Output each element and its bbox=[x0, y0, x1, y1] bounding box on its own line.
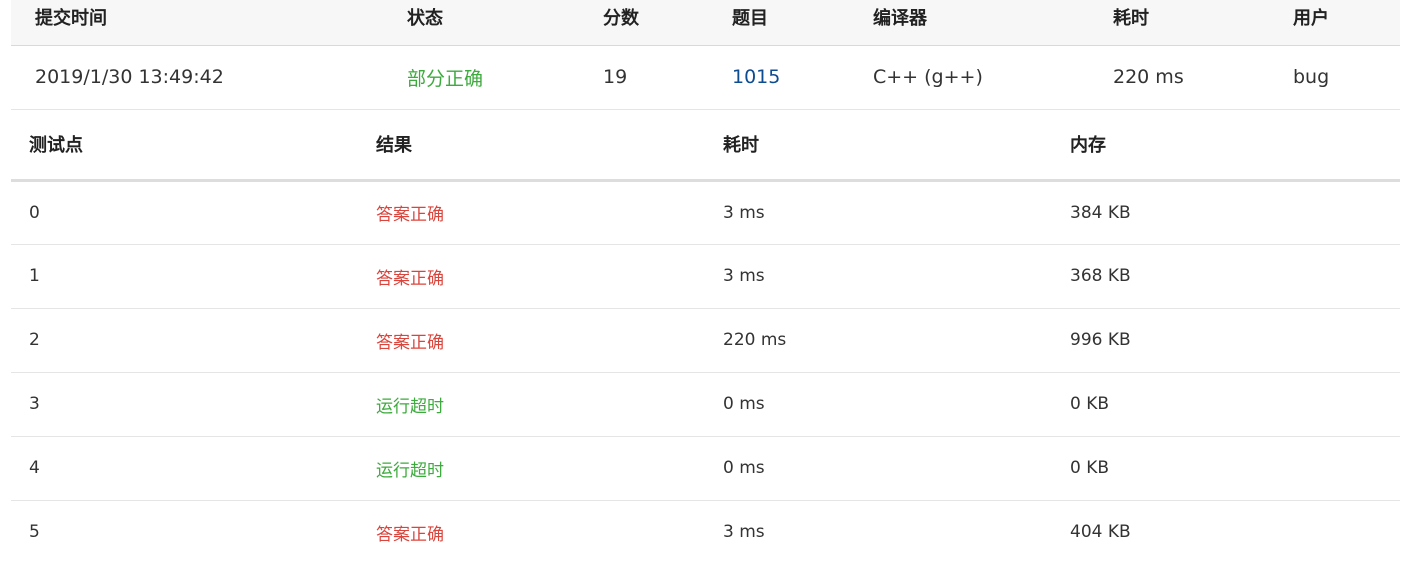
header-status: 状态 bbox=[407, 8, 443, 30]
testcase-memory: 996 KB bbox=[1070, 330, 1131, 350]
testcase-memory: 0 KB bbox=[1070, 394, 1110, 414]
header-time: 耗时 bbox=[723, 135, 759, 157]
testcase-memory: 384 KB bbox=[1070, 202, 1131, 223]
testcase-result: 答案正确 bbox=[376, 205, 444, 225]
header-cost: 耗时 bbox=[1113, 8, 1149, 30]
submission-header-row: 提交时间 状态 分数 题目 编译器 耗时 用户 bbox=[11, 0, 1400, 45]
testcase-memory: 0 KB bbox=[1070, 458, 1110, 478]
submission-table-header: 提交时间 状态 分数 题目 编译器 耗时 用户 bbox=[11, 0, 1400, 45]
table-row: 2 答案正确 220 ms 996 KB bbox=[11, 308, 1400, 372]
testcase-result: 答案正确 bbox=[376, 524, 444, 545]
testcase-header-row: 测试点 结果 耗时 内存 bbox=[11, 110, 1400, 180]
submit-time-cell: 2019/1/30 13:49:42 bbox=[35, 66, 224, 88]
table-row: 0 答案正确 3 ms 384 KB bbox=[11, 180, 1400, 244]
header-compiler: 编译器 bbox=[873, 8, 927, 30]
problem-link[interactable]: 1015 bbox=[732, 66, 780, 88]
testcase-table: 测试点 结果 耗时 内存 0 答案正确 3 ms 384 KB 1 答案正确 3… bbox=[11, 110, 1400, 564]
header-result: 结果 bbox=[376, 135, 412, 157]
testcase-memory: 368 KB bbox=[1070, 266, 1131, 286]
status-cell: 部分正确 bbox=[407, 67, 484, 90]
table-row: 3 运行超时 0 ms 0 KB bbox=[11, 372, 1400, 436]
testcase-id: 2 bbox=[29, 330, 40, 350]
testcase-memory: 404 KB bbox=[1070, 522, 1131, 543]
compiler-cell: C++ (g++) bbox=[873, 66, 983, 88]
header-problem: 题目 bbox=[732, 8, 768, 30]
submission-row: 2019/1/30 13:49:42 部分正确 19 1015 C++ (g++… bbox=[11, 45, 1400, 109]
testcase-table-body: 0 答案正确 3 ms 384 KB 1 答案正确 3 ms 368 KB 2 … bbox=[11, 180, 1400, 564]
submission-summary-table: 提交时间 状态 分数 题目 编译器 耗时 用户 2019/1/30 13:49:… bbox=[11, 0, 1400, 110]
submission-detail-page: 提交时间 状态 分数 题目 编译器 耗时 用户 2019/1/30 13:49:… bbox=[0, 0, 1404, 575]
testcase-id: 4 bbox=[29, 458, 40, 478]
testcase-id: 0 bbox=[29, 202, 40, 223]
testcase-id: 3 bbox=[29, 394, 40, 414]
header-testcase: 测试点 bbox=[29, 135, 83, 157]
testcase-result: 运行超时 bbox=[376, 460, 444, 481]
submission-table-body: 2019/1/30 13:49:42 部分正确 19 1015 C++ (g++… bbox=[11, 45, 1400, 109]
problem-cell: 1015 bbox=[732, 45, 873, 109]
testcase-result: 答案正确 bbox=[376, 332, 444, 353]
table-row: 5 答案正确 3 ms 404 KB bbox=[11, 500, 1400, 564]
testcase-time: 220 ms bbox=[723, 330, 787, 350]
header-memory: 内存 bbox=[1070, 135, 1106, 157]
testcase-result: 答案正确 bbox=[376, 268, 444, 289]
score-cell: 19 bbox=[603, 66, 628, 88]
testcase-id: 1 bbox=[29, 266, 40, 286]
testcase-result: 运行超时 bbox=[376, 396, 444, 417]
header-score: 分数 bbox=[603, 8, 639, 30]
testcase-time: 0 ms bbox=[723, 458, 765, 478]
testcase-time: 0 ms bbox=[723, 394, 765, 414]
user-cell: bug bbox=[1293, 66, 1330, 88]
header-submit-time: 提交时间 bbox=[35, 8, 107, 30]
testcase-time: 3 ms bbox=[723, 522, 765, 543]
testcase-table-header: 测试点 结果 耗时 内存 bbox=[11, 110, 1400, 180]
cost-cell: 220 ms bbox=[1113, 66, 1184, 88]
table-row: 4 运行超时 0 ms 0 KB bbox=[11, 436, 1400, 500]
testcase-id: 5 bbox=[29, 522, 40, 543]
header-user: 用户 bbox=[1293, 8, 1329, 30]
testcase-time: 3 ms bbox=[723, 202, 765, 223]
testcase-time: 3 ms bbox=[723, 266, 765, 286]
table-row: 1 答案正确 3 ms 368 KB bbox=[11, 244, 1400, 308]
